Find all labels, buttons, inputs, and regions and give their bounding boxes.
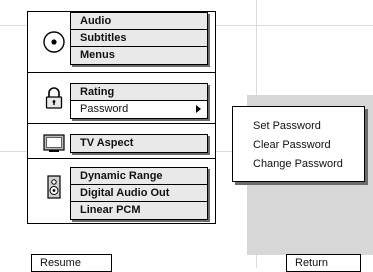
display-settings-group: TV Aspect <box>70 134 208 153</box>
submenu-item-change-password[interactable]: Change Password <box>253 158 343 170</box>
disc-icon <box>42 30 66 54</box>
menu-item-subtitles[interactable]: Subtitles <box>71 30 207 47</box>
submenu-item-set-password[interactable]: Set Password <box>253 120 321 132</box>
lock-icon <box>42 86 66 110</box>
menu-item-rating[interactable]: Rating <box>71 84 207 101</box>
return-button[interactable]: Return <box>286 254 361 272</box>
menu-item-digital-audio-out[interactable]: Digital Audio Out <box>71 185 207 202</box>
setup-menu: Audio Subtitles Menus Rating Password TV… <box>27 11 216 224</box>
parental-settings-group: Rating Password <box>70 83 208 119</box>
submenu-item-clear-password[interactable]: Clear Password <box>253 139 331 151</box>
menu-item-linear-pcm[interactable]: Linear PCM <box>71 202 207 219</box>
password-submenu: Set Password Clear Password Change Passw… <box>232 106 365 182</box>
audio-output-group: Dynamic Range Digital Audio Out Linear P… <box>70 167 208 220</box>
menu-item-tv-aspect[interactable]: TV Aspect <box>71 135 207 152</box>
submenu-arrow-icon <box>196 105 201 113</box>
speaker-icon <box>42 175 66 199</box>
menu-divider <box>28 72 215 73</box>
menu-item-menus[interactable]: Menus <box>71 47 207 64</box>
menu-divider <box>28 158 215 159</box>
menu-item-password-label: Password <box>80 103 129 115</box>
return-button-label: Return <box>295 257 329 269</box>
tv-icon <box>42 131 66 155</box>
menu-item-dynamic-range[interactable]: Dynamic Range <box>71 168 207 185</box>
audio-settings-group: Audio Subtitles Menus <box>70 12 208 65</box>
resume-button[interactable]: Resume <box>31 254 112 272</box>
menu-item-password[interactable]: Password <box>71 101 207 118</box>
menu-item-audio[interactable]: Audio <box>71 13 207 30</box>
menu-divider <box>28 123 215 124</box>
resume-button-label: Resume <box>40 257 81 269</box>
